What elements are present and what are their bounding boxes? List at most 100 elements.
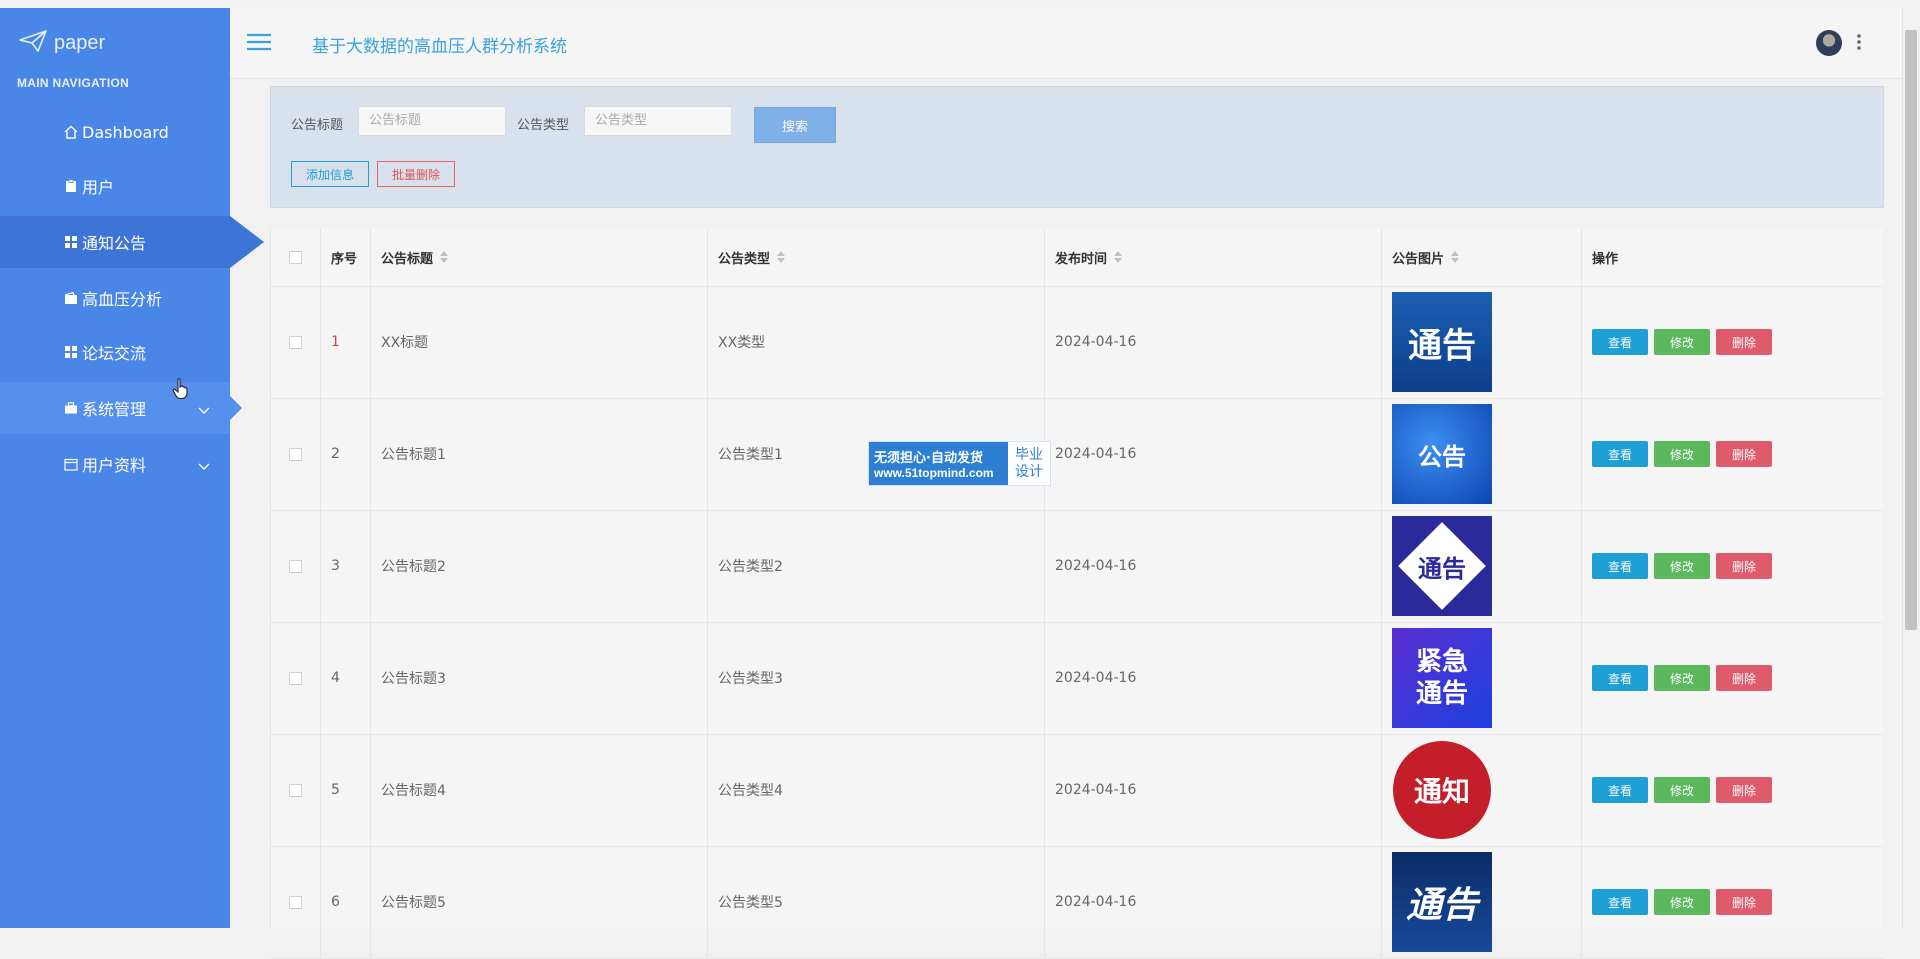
add-info-button[interactable]: 添加信息 xyxy=(291,161,369,187)
sidebar-item-dashboard[interactable]: Dashboard xyxy=(0,106,230,158)
watermark-banner: 无须担心·自动发货 www.51topmind.com 毕业 设计 xyxy=(868,441,1051,486)
search-button[interactable]: 搜索 xyxy=(754,107,836,143)
column-header-type[interactable]: 公告类型 xyxy=(708,228,1045,286)
edit-button[interactable]: 修改 xyxy=(1654,441,1710,467)
header-checkbox-cell xyxy=(271,228,321,286)
brand[interactable]: paper xyxy=(18,26,105,60)
view-button[interactable]: 查看 xyxy=(1592,329,1648,355)
notice-thumbnail[interactable]: 通告 xyxy=(1392,852,1492,952)
column-header-label: 公告类型 xyxy=(718,251,771,267)
sidebar-item-notices[interactable]: 通知公告 xyxy=(0,216,264,268)
watermark-line1: 无须担心·自动发货 xyxy=(874,451,983,466)
title-search-input[interactable]: 公告标题 xyxy=(358,106,506,136)
delete-button[interactable]: 删除 xyxy=(1716,665,1772,691)
table-row: 4 公告标题3 公告类型3 2024-04-16 紧急通告 查看 修改 删除 xyxy=(271,622,1883,735)
table-row: 3 公告标题2 公告类型2 2024-04-16 通告 查看 修改 删除 xyxy=(271,510,1883,623)
chevron-down-icon xyxy=(198,400,210,419)
row-image-cell: 紧急通告 xyxy=(1382,622,1582,734)
batch-delete-button[interactable]: 批量删除 xyxy=(377,161,455,187)
delete-button[interactable]: 删除 xyxy=(1716,777,1772,803)
row-type: 公告类型4 xyxy=(708,734,1045,846)
nav-heading: MAIN NAVIGATION xyxy=(17,76,130,90)
clipboard-icon xyxy=(64,179,78,193)
row-title: 公告标题5 xyxy=(371,846,708,958)
column-header-title[interactable]: 公告标题 xyxy=(371,228,708,286)
sort-icon[interactable] xyxy=(440,251,449,263)
row-checkbox[interactable] xyxy=(289,783,302,797)
chevron-down-icon xyxy=(198,456,210,475)
row-time: 2024-04-16 xyxy=(1045,398,1382,510)
sidebar-item-label: Dashboard xyxy=(82,122,169,142)
avatar[interactable] xyxy=(1816,30,1842,56)
delete-button[interactable]: 删除 xyxy=(1716,441,1772,467)
delete-button[interactable]: 删除 xyxy=(1716,889,1772,915)
more-options-icon[interactable] xyxy=(1856,32,1862,56)
row-time: 2024-04-16 xyxy=(1045,734,1382,846)
row-image-cell: 通知 xyxy=(1382,734,1582,846)
row-checkbox[interactable] xyxy=(289,335,302,349)
watermark-badge-line2: 设计 xyxy=(1015,463,1043,480)
sidebar-item-forum[interactable]: 论坛交流 xyxy=(0,326,230,378)
row-actions: 查看 修改 删除 xyxy=(1582,734,1883,846)
sort-icon[interactable] xyxy=(1451,251,1460,263)
type-search-input[interactable]: 公告类型 xyxy=(584,106,732,136)
sidebar-item-profile[interactable]: 用户资料 xyxy=(0,438,230,490)
notice-thumbnail[interactable]: 通告 xyxy=(1392,516,1492,616)
row-image-cell: 通告 xyxy=(1382,510,1582,622)
thumbnail-text: 通告 xyxy=(1418,554,1466,583)
view-button[interactable]: 查看 xyxy=(1592,441,1648,467)
type-filter-label: 公告类型 xyxy=(517,118,570,133)
row-number: 1 xyxy=(321,286,371,398)
view-button[interactable]: 查看 xyxy=(1592,665,1648,691)
column-header-label: 发布时间 xyxy=(1055,251,1108,267)
top-header: 基于大数据的高血压人群分析系统 xyxy=(230,8,1902,79)
row-time: 2024-04-16 xyxy=(1045,622,1382,734)
edit-button[interactable]: 修改 xyxy=(1654,777,1710,803)
sidebar-item-system[interactable]: 系统管理 xyxy=(0,382,242,434)
view-button[interactable]: 查看 xyxy=(1592,553,1648,579)
edit-button[interactable]: 修改 xyxy=(1654,665,1710,691)
view-button[interactable]: 查看 xyxy=(1592,889,1648,915)
sort-icon[interactable] xyxy=(1114,251,1123,263)
notice-thumbnail[interactable]: 通知 xyxy=(1392,740,1492,840)
scrollbar-thumb[interactable] xyxy=(1905,30,1917,630)
hamburger-menu-icon[interactable] xyxy=(246,32,272,56)
column-header-image[interactable]: 公告图片 xyxy=(1382,228,1582,286)
delete-button[interactable]: 删除 xyxy=(1716,329,1772,355)
row-checkbox[interactable] xyxy=(289,895,302,909)
row-checkbox-cell xyxy=(271,734,321,846)
row-title: 公告标题3 xyxy=(371,622,708,734)
row-title: XX标题 xyxy=(371,286,708,398)
row-number: 6 xyxy=(321,846,371,958)
sidebar-item-label: 系统管理 xyxy=(82,400,147,419)
row-checkbox[interactable] xyxy=(289,671,302,685)
sort-icon[interactable] xyxy=(777,251,786,263)
sidebar-item-label: 高血压分析 xyxy=(82,290,163,309)
edit-button[interactable]: 修改 xyxy=(1654,329,1710,355)
brand-name: paper xyxy=(54,31,106,54)
notice-thumbnail[interactable]: 通告 xyxy=(1392,292,1492,392)
row-type: 公告类型3 xyxy=(708,622,1045,734)
notice-thumbnail[interactable]: 紧急通告 xyxy=(1392,628,1492,728)
sidebar-item-hypertension[interactable]: 高血压分析 xyxy=(0,272,230,324)
briefcase-icon xyxy=(64,401,78,415)
select-all-checkbox[interactable] xyxy=(289,250,302,264)
notice-table: 序号 公告标题 公告类型 发布时间 公告图片 操作 1 XX标题 XX类型 20… xyxy=(270,228,1883,959)
row-actions: 查看 修改 删除 xyxy=(1582,398,1883,510)
table-row: 6 公告标题5 公告类型5 2024-04-16 通告 查看 修改 删除 xyxy=(271,846,1883,959)
row-checkbox[interactable] xyxy=(289,447,302,461)
notice-thumbnail[interactable]: 公告 xyxy=(1392,404,1492,504)
row-checkbox-cell xyxy=(271,510,321,622)
edit-button[interactable]: 修改 xyxy=(1654,553,1710,579)
edit-button[interactable]: 修改 xyxy=(1654,889,1710,915)
column-header-time[interactable]: 发布时间 xyxy=(1045,228,1382,286)
delete-button[interactable]: 删除 xyxy=(1716,553,1772,579)
row-checkbox-cell xyxy=(271,622,321,734)
sidebar-item-users[interactable]: 用户 xyxy=(0,160,230,212)
row-checkbox[interactable] xyxy=(289,559,302,573)
row-image-cell: 通告 xyxy=(1382,846,1582,958)
grid-icon xyxy=(64,345,78,359)
row-checkbox-cell xyxy=(271,398,321,510)
view-button[interactable]: 查看 xyxy=(1592,777,1648,803)
system-title: 基于大数据的高血压人群分析系统 xyxy=(312,37,567,57)
